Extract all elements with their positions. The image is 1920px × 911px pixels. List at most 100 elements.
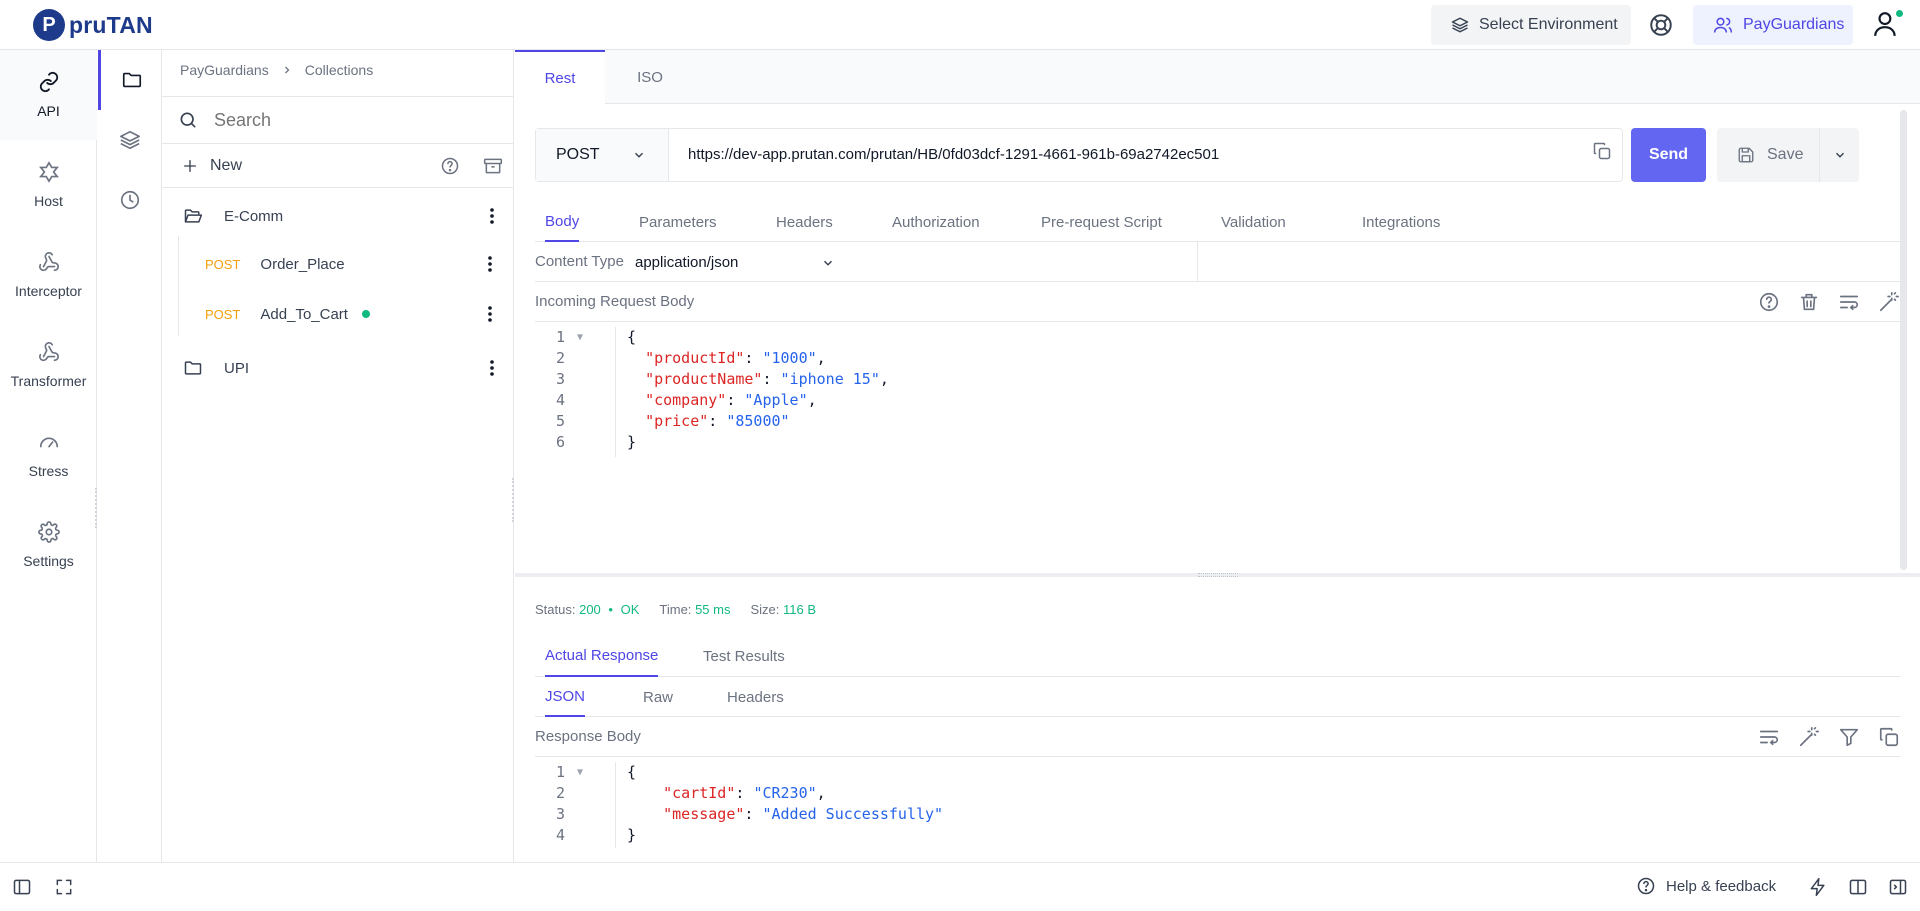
online-status-dot <box>1895 9 1904 18</box>
nav-item-settings[interactable]: Settings <box>0 500 97 590</box>
fold-icon[interactable]: ▼ <box>577 762 583 783</box>
organization-button[interactable]: PayGuardians <box>1693 5 1853 45</box>
select-environment-label: Select Environment <box>1479 16 1618 33</box>
new-button[interactable]: New <box>182 157 242 175</box>
more-vertical-icon[interactable] <box>490 208 494 224</box>
fold-icon[interactable]: ▼ <box>577 327 583 348</box>
help-circle-icon[interactable] <box>440 156 460 176</box>
status-text: OK <box>620 602 640 617</box>
request-body-header: Incoming Request Body <box>535 282 1900 322</box>
tab-actual-response[interactable]: Actual Response <box>545 635 659 677</box>
json-value: "CR230" <box>753 784 817 802</box>
tab-validation[interactable]: Validation <box>1221 202 1286 242</box>
content-type-select[interactable]: application/json <box>635 242 845 282</box>
toggle-right-panel-icon[interactable] <box>1888 877 1908 897</box>
response-body-header: Response Body <box>535 717 1900 757</box>
search-input[interactable] <box>214 109 474 131</box>
tab-pre-request-script[interactable]: Pre-request Script <box>1041 202 1162 242</box>
request-tabs: Body Parameters Headers Authorization Pr… <box>535 202 1900 242</box>
history-tab[interactable] <box>98 170 162 230</box>
save-options-dropdown[interactable] <box>1819 128 1859 182</box>
help-circle-icon[interactable] <box>1758 291 1780 313</box>
scrollbar[interactable] <box>1900 110 1907 570</box>
help-feedback-button[interactable]: Help & feedback <box>1636 876 1776 896</box>
tab-authorization[interactable]: Authorization <box>892 202 980 242</box>
code-line: { <box>627 763 637 781</box>
split-grip <box>1198 573 1238 577</box>
response-body-viewer[interactable]: 1 ▼ { 2 "cartId": "CR230", 3 "message": … <box>535 762 1535 848</box>
response-tabs: Actual Response Test Results <box>535 635 1900 677</box>
more-vertical-icon[interactable] <box>490 360 494 376</box>
comma: , <box>816 784 826 802</box>
json-key: "message" <box>663 805 745 823</box>
split-layout-icon[interactable] <box>1848 877 1868 897</box>
nav-item-label: Host <box>34 193 63 209</box>
folder-item-e-comm[interactable]: E-Comm <box>162 196 514 236</box>
folder-item-upi[interactable]: UPI <box>162 348 514 388</box>
code-line: } <box>627 826 637 844</box>
tab-rest[interactable]: Rest <box>515 50 605 104</box>
user-avatar[interactable] <box>1873 9 1904 38</box>
app-logo[interactable]: P pruTAN <box>33 8 153 42</box>
json-key: "price" <box>645 412 709 430</box>
tab-parameters[interactable]: Parameters <box>639 202 717 242</box>
tab-integrations[interactable]: Integrations <box>1362 202 1440 242</box>
horizontal-split-handle[interactable] <box>515 573 1920 577</box>
send-button[interactable]: Send <box>1631 128 1706 182</box>
archive-icon[interactable] <box>482 156 504 176</box>
copy-icon[interactable] <box>1878 726 1900 748</box>
save-icon <box>1737 146 1755 164</box>
link-icon <box>38 71 60 93</box>
collections-tab[interactable] <box>98 50 162 110</box>
magic-wand-icon[interactable] <box>1798 726 1820 748</box>
tab-raw[interactable]: Raw <box>643 677 673 717</box>
fullscreen-icon[interactable] <box>54 877 74 897</box>
nav-item-interceptor[interactable]: Interceptor <box>0 230 97 320</box>
breadcrumb-item[interactable]: Collections <box>305 62 373 78</box>
filter-icon[interactable] <box>1838 726 1860 748</box>
url-bar: POST https://dev-app.prutan.com/prutan/H… <box>535 128 1623 182</box>
tab-iso[interactable]: ISO <box>605 50 695 104</box>
request-item-add-to-cart[interactable]: POST Add_To_Cart <box>162 294 514 334</box>
time-value: 55 ms <box>695 602 731 617</box>
more-vertical-icon[interactable] <box>488 256 492 272</box>
select-environment-button[interactable]: Select Environment <box>1431 5 1631 45</box>
line-number: 3 <box>555 370 565 388</box>
copy-icon[interactable] <box>1592 141 1612 161</box>
wrap-text-icon[interactable] <box>1758 726 1780 748</box>
new-button-label: New <box>210 156 243 174</box>
tab-json[interactable]: JSON <box>545 677 586 717</box>
wrap-text-icon[interactable] <box>1838 291 1860 313</box>
toggle-sidebar-icon[interactable] <box>12 877 32 897</box>
url-input[interactable]: https://dev-app.prutan.com/prutan/HB/0fd… <box>688 146 1219 163</box>
comma: , <box>816 349 826 367</box>
support-icon[interactable] <box>1648 12 1674 38</box>
nav-item-transformer[interactable]: Transformer <box>0 320 97 410</box>
logo-mark: P <box>33 9 65 41</box>
tab-test-results[interactable]: Test Results <box>703 635 785 677</box>
request-item-order-place[interactable]: POST Order_Place <box>162 244 514 284</box>
lightning-icon[interactable] <box>1808 877 1828 897</box>
collections-panel: PayGuardians Collections New <box>162 50 514 862</box>
chevron-right-icon <box>281 64 293 76</box>
json-value: "Apple" <box>744 391 808 409</box>
more-vertical-icon[interactable] <box>488 306 492 322</box>
nav-item-api[interactable]: API <box>0 50 97 140</box>
request-body-editor[interactable]: 1 ▼ { 2 "productId": "1000", 3 "productN… <box>535 327 1535 457</box>
trash-icon[interactable] <box>1798 291 1820 313</box>
gutter <box>615 327 616 457</box>
magic-wand-icon[interactable] <box>1878 291 1900 313</box>
tab-body[interactable]: Body <box>545 202 580 242</box>
status-sep: • <box>608 602 613 617</box>
method-select[interactable]: POST <box>536 129 669 181</box>
breadcrumb-item[interactable]: PayGuardians <box>180 62 269 78</box>
size-value: 116 B <box>783 602 817 617</box>
nav-item-host[interactable]: Host <box>0 140 97 230</box>
nav-item-stress[interactable]: Stress <box>0 410 97 500</box>
tab-headers[interactable]: Headers <box>776 202 833 242</box>
save-button[interactable]: Save <box>1717 128 1819 182</box>
tab-response-headers[interactable]: Headers <box>727 677 784 717</box>
json-key: "productName" <box>645 370 763 388</box>
request-label: Add_To_Cart <box>260 305 348 323</box>
environments-tab[interactable] <box>98 110 162 170</box>
